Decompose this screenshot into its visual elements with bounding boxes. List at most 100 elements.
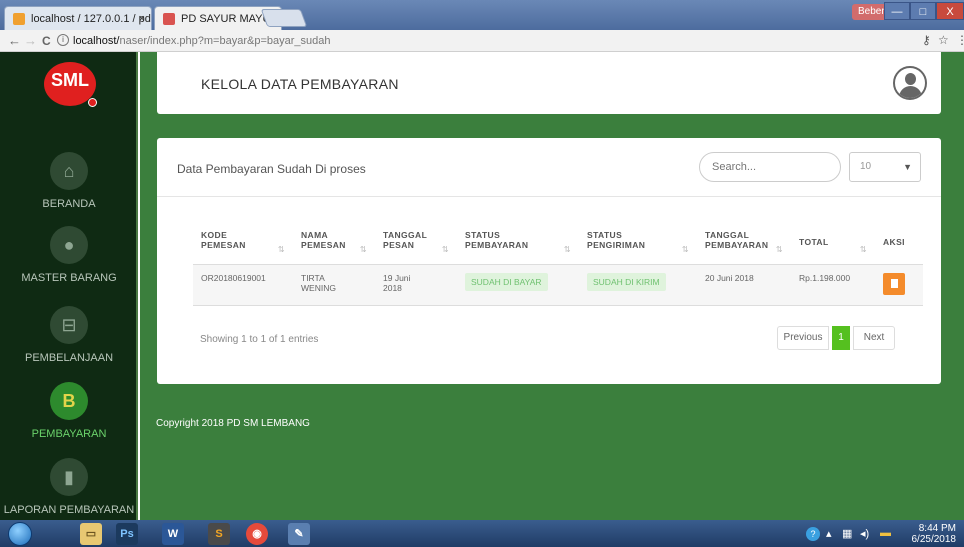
column-label: STATUS — [465, 230, 501, 240]
status-badge: SUDAH DI BAYAR — [465, 272, 548, 291]
cell-tanggal-pembayaran: 20 Juni 2018 — [697, 264, 791, 306]
file-icon — [891, 278, 898, 288]
sidebar-item-pembelanjaan[interactable]: ⊟ PEMBELANJAAN — [0, 306, 138, 364]
copyright-text: Copyright 2018 PD SM LEMBANG — [156, 418, 310, 429]
browser-tab-bar: localhost / 127.0.0.1 / pd × PD SAYUR MA… — [0, 0, 964, 30]
table-info: Showing 1 to 1 of 1 entries — [200, 334, 319, 345]
clock-time: 8:44 PM — [918, 523, 956, 534]
column-tanggal-pesan[interactable]: TANGGAL PESAN ⇅ — [375, 224, 457, 265]
sort-icon[interactable]: ⇅ — [776, 245, 783, 254]
card-title: Data Pembayaran Sudah Di proses — [177, 162, 366, 176]
start-button[interactable] — [8, 522, 32, 546]
tanggal-line: 2018 — [383, 282, 402, 293]
page-title: KELOLA DATA PEMBAYARAN — [201, 76, 399, 92]
sort-icon[interactable]: ⇅ — [360, 245, 367, 254]
avatar-body — [899, 86, 922, 98]
sidebar-item-label: MASTER BARANG — [21, 272, 117, 284]
column-status-pembayaran[interactable]: STATUS PEMBAYARAN ⇅ — [457, 224, 579, 265]
network-icon[interactable]: ▦ — [842, 527, 852, 540]
tab-label: localhost / 127.0.0.1 / pd — [31, 13, 151, 25]
menu-icon[interactable]: ⋮ — [956, 33, 964, 47]
table-header-row: KODE PEMESAN ⇅ NAMA PEMESAN ⇅ TANGGAL PESAN ⇅ … — [193, 224, 923, 265]
logo[interactable]: SML — [44, 62, 97, 108]
search-input[interactable] — [699, 152, 841, 182]
window-close-button[interactable]: X — [936, 2, 964, 20]
column-nama-pemesan[interactable]: NAMA PEMESAN ⇅ — [293, 224, 375, 265]
chrome-icon[interactable]: ◉ — [246, 523, 268, 545]
maximize-button[interactable]: □ — [910, 2, 936, 20]
column-label: TOTAL — [799, 236, 829, 247]
word-icon[interactable]: W — [162, 523, 184, 545]
sort-icon[interactable]: ⇅ — [442, 245, 449, 254]
data-card: Data Pembayaran Sudah Di proses 10 ▼ KOD… — [157, 138, 941, 384]
minimize-button[interactable]: — — [884, 2, 910, 20]
user-avatar-icon[interactable] — [893, 66, 927, 100]
tab-phpmyadmin[interactable]: localhost / 127.0.0.1 / pd × — [4, 6, 152, 30]
sort-icon[interactable]: ⇅ — [278, 245, 285, 254]
photoshop-icon[interactable]: Ps — [116, 523, 138, 545]
sort-icon[interactable]: ⇅ — [564, 245, 571, 254]
home-icon: ⌂ — [50, 152, 88, 190]
logo-dot — [88, 98, 97, 107]
column-label: PEMBAYARAN — [465, 240, 529, 250]
apple-icon: ● — [50, 226, 88, 264]
page-length-value: 10 — [860, 161, 872, 172]
sort-icon[interactable]: ⇅ — [860, 245, 867, 254]
column-label: STATUS — [587, 230, 623, 240]
tab-close-icon[interactable]: × — [139, 7, 145, 30]
sort-icon[interactable]: ⇅ — [682, 245, 689, 254]
cell-status-pembayaran: SUDAH DI BAYAR — [457, 264, 579, 306]
sidebar-item-label: PEMBELANJAAN — [24, 352, 114, 364]
next-page-button[interactable]: Next — [853, 326, 895, 350]
url-path: naser/index.php?m=bayar&p=bayar_sudah — [119, 35, 331, 47]
column-label: PEMESAN — [301, 240, 346, 250]
chevron-up-icon[interactable]: ▴ — [826, 527, 832, 540]
column-tanggal-pembayaran[interactable]: TANGGAL PEMBAYARAN ⇅ — [697, 224, 791, 265]
cell-tanggal-pesan: 19 Juni 2018 — [375, 264, 457, 306]
reload-icon[interactable]: C — [42, 33, 51, 49]
key-icon[interactable]: ⚷ — [922, 33, 931, 47]
column-label: PESAN — [383, 240, 415, 250]
page-1-button[interactable]: 1 — [832, 326, 850, 350]
clock[interactable]: 8:44 PM 6/25/2018 — [908, 523, 957, 545]
sidebar-item-label: PEMBAYARAN — [31, 428, 107, 440]
column-label: NAMA — [301, 230, 329, 240]
sidebar-item-master-barang[interactable]: ● MASTER BARANG — [0, 226, 138, 284]
clock-date: 6/25/2018 — [911, 534, 957, 545]
previous-page-button[interactable]: Previous — [777, 326, 829, 350]
column-label: PENGIRIMAN — [587, 240, 646, 250]
sidebar: SML ⌂ BERANDA ● MASTER BARANG ⊟ PEMBELAN… — [0, 52, 138, 520]
table-row: OR20180619001 TIRTA WENING 19 Juni 2018 SU… — [193, 264, 923, 306]
star-icon[interactable]: ☆ — [938, 33, 949, 47]
sidebar-item-laporan-pembayaran[interactable]: ▮ LAPORAN PEMBAYARAN — [0, 458, 138, 516]
back-icon[interactable]: ← — [8, 33, 21, 49]
forward-icon[interactable]: → — [24, 33, 37, 49]
column-kode-pemesan[interactable]: KODE PEMESAN ⇅ — [193, 224, 293, 265]
sidebar-item-pembayaran[interactable]: B PEMBAYARAN — [0, 382, 138, 440]
column-total[interactable]: TOTAL ⇅ — [791, 224, 875, 265]
site-favicon-icon — [163, 13, 175, 25]
paint-icon[interactable]: ✎ — [288, 523, 310, 545]
nama-line: WENING — [301, 282, 336, 293]
column-label: PEMESAN — [201, 240, 246, 250]
sidebar-item-label: BERANDA — [42, 198, 96, 210]
new-tab-button[interactable] — [260, 9, 308, 27]
battery-icon[interactable]: ▬ — [880, 527, 891, 539]
nama-line: TIRTA — [301, 272, 325, 283]
url-field[interactable]: i localhost/naser/index.php?m=bayar&p=ba… — [57, 32, 917, 50]
column-aksi: AKSI — [875, 224, 923, 265]
page-length-select[interactable]: 10 ▼ — [849, 152, 921, 182]
volume-icon[interactable]: ◂) — [860, 527, 869, 540]
info-icon[interactable]: i — [57, 34, 69, 46]
sublime-icon[interactable]: S — [208, 523, 230, 545]
help-icon[interactable]: ? — [806, 527, 820, 541]
print-button[interactable] — [883, 272, 905, 295]
address-bar: ← → C i localhost/naser/index.php?m=baya… — [0, 30, 964, 52]
column-label: PEMBAYARAN — [705, 240, 769, 250]
explorer-icon[interactable]: ▭ — [80, 523, 102, 545]
column-status-pengiriman[interactable]: STATUS PENGIRIMAN ⇅ — [579, 224, 697, 265]
file-icon: ▮ — [50, 458, 88, 496]
status-badge: SUDAH DI KIRIM — [587, 272, 666, 291]
cell-aksi — [875, 264, 923, 306]
sidebar-item-beranda[interactable]: ⌂ BERANDA — [0, 152, 138, 210]
